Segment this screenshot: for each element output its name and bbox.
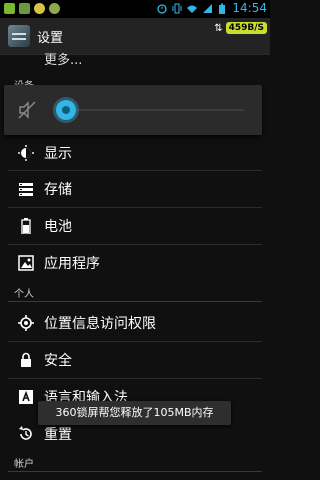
wifi-icon: [187, 5, 198, 13]
list-item-label: 存储: [44, 182, 72, 198]
battery-icon: [21, 218, 31, 234]
list-item-security[interactable]: 安全: [0, 342, 270, 378]
list-item-label: 位置信息访问权限: [44, 316, 156, 332]
page-title: 设置: [37, 31, 64, 46]
toast-message: 360锁屏帮您释放了105MB内存: [38, 401, 231, 425]
network-speed-badge: ⇅ 459B/S: [214, 22, 267, 34]
apps-icon: [18, 255, 34, 271]
cat-icon: [34, 3, 45, 14]
list-item-apps[interactable]: 应用程序: [0, 245, 270, 281]
lock-icon: [21, 352, 31, 367]
section-divider: [8, 471, 262, 472]
location-icon: [18, 315, 34, 331]
list-item-battery[interactable]: 电池: [0, 208, 270, 244]
language-icon: [19, 390, 33, 404]
volume-panel: [4, 85, 262, 135]
system-icons: 14:54: [157, 1, 267, 15]
list-item-label: 应用程序: [44, 256, 100, 272]
storage-icon: [19, 183, 33, 196]
network-speed: 459B/S: [225, 22, 267, 34]
clock: 14:54: [232, 1, 267, 15]
list-item-location[interactable]: 位置信息访问权限: [0, 305, 270, 341]
app-icon: [19, 3, 30, 14]
gallery-icon: [4, 3, 15, 14]
signal-icon: [203, 3, 213, 13]
brightness-icon: [18, 145, 34, 161]
reset-icon: [19, 426, 32, 440]
volume-slider-thumb[interactable]: [56, 100, 76, 120]
list-item-label: 重置: [44, 427, 72, 443]
list-item-display[interactable]: 显示: [0, 135, 270, 171]
transfer-arrows-icon: ⇅: [214, 22, 223, 34]
vibrate-icon: [172, 3, 182, 13]
section-header-personal: 个人: [14, 289, 34, 300]
list-item-label: 电池: [44, 219, 72, 235]
sync-icon: [49, 3, 60, 14]
volume-slider-track[interactable]: [66, 109, 244, 111]
list-item-storage[interactable]: 存储: [0, 171, 270, 207]
section-divider: [8, 301, 262, 302]
notification-icons: [4, 3, 60, 14]
section-header-accounts: 帐户: [14, 459, 34, 470]
status-bar: 14:54: [0, 0, 270, 18]
alarm-icon: [157, 3, 168, 14]
list-item-label: 安全: [44, 353, 72, 369]
volume-muted-icon[interactable]: [18, 101, 36, 119]
settings-app-icon[interactable]: [8, 25, 30, 47]
action-bar: 设置 ⇅ 459B/S: [0, 18, 270, 55]
list-item-label: 显示: [44, 146, 72, 162]
list-item-more[interactable]: 更多...: [44, 49, 82, 68]
volume-slider[interactable]: [56, 95, 246, 125]
battery-icon: [219, 3, 226, 14]
